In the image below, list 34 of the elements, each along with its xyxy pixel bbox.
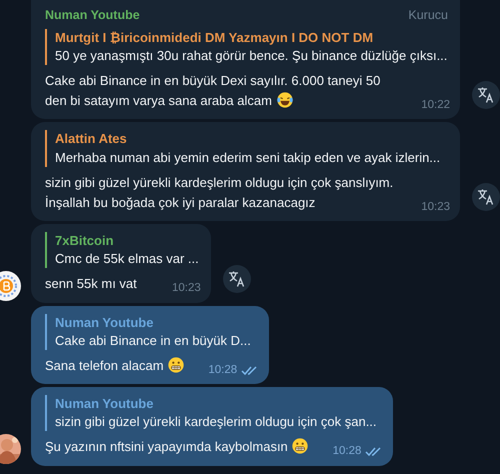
reply-author: Numan Youtube [55, 395, 154, 414]
message-text: senn 55k mı vat [45, 276, 137, 292]
translate-button[interactable] [222, 264, 251, 293]
sender-name[interactable]: Numan Youtube [45, 6, 140, 25]
reply-text: Merhaba numan abi yemin ederim seni takip eden ve ayak izlerin... [55, 148, 442, 167]
reply-author: Murtgit I ₿iricoinmidedi DM Yazmayın I DO NOT DM [55, 28, 374, 47]
reply-quote[interactable]: 7xBitcoin Cmc de 55k elmas var ... [45, 232, 199, 268]
message-time: 10:28 [332, 444, 362, 460]
reply-quote[interactable]: Numan Youtube sizin gibi güzel yürekli kardeşlerim oldugu için çok şan... [45, 395, 382, 432]
reply-author: Numan Youtube [55, 314, 154, 332]
message-time: 10:22 [421, 98, 450, 114]
reply-author: Alattin Ates [55, 130, 128, 148]
role-label: Kurucu [408, 7, 448, 24]
translate-icon [477, 189, 495, 206]
translate-button[interactable] [472, 81, 500, 110]
translate-icon [228, 270, 246, 287]
coin-avatar-icon[interactable] [0, 270, 21, 301]
reply-text: Cmc de 55k elmas var ... [55, 250, 199, 268]
message-text: sizin gibi güzel yürekli kardeşlerim oldugu için çok şanslıyım. İnşallah bu boğada çok iyi paralar kazanacagız [45, 174, 394, 210]
message-text: Şu yazının nftsini yapayımda kaybolmasın [45, 439, 288, 454]
reply-text: sizin gibi güzel yürekli kardeşlerim oldugu için çok şan... [55, 413, 378, 432]
reply-text: 50 ye yanaşmıştı 30u rahat görür bence. Şu binance düzlüğe çıksı... [55, 46, 448, 65]
message-time: 10:28 [208, 362, 238, 378]
reply-quote[interactable]: Murtgit I ₿iricoinmidedi DM Yazmayın I DO NOT DM 50 ye yanaşmıştı 30u rahat görür bence. Şu binance düzlüğe çıksı... [45, 28, 448, 66]
message-text: Cake abi Binance in en büyük Dexi sayılır. 6.000 taneyi 50 den bi satayım varya sana araba alcam [45, 73, 380, 108]
reply-text: Cake abi Binance in en büyük D... [55, 332, 252, 350]
message-time: 10:23 [172, 281, 201, 296]
translate-button[interactable] [472, 183, 500, 212]
reply-author: 7xBitcoin [55, 232, 115, 250]
translate-icon [477, 87, 495, 104]
message-text: Sana telefon alacam [45, 358, 164, 373]
reply-quote[interactable]: Numan Youtube Cake abi Binance in en büyük D... [45, 314, 258, 350]
reply-quote[interactable]: Alattin Ates Merhaba numan abi yemin ederim seni takip eden ve ayak izlerin... [45, 130, 448, 167]
message-time: 10:23 [421, 200, 450, 215]
